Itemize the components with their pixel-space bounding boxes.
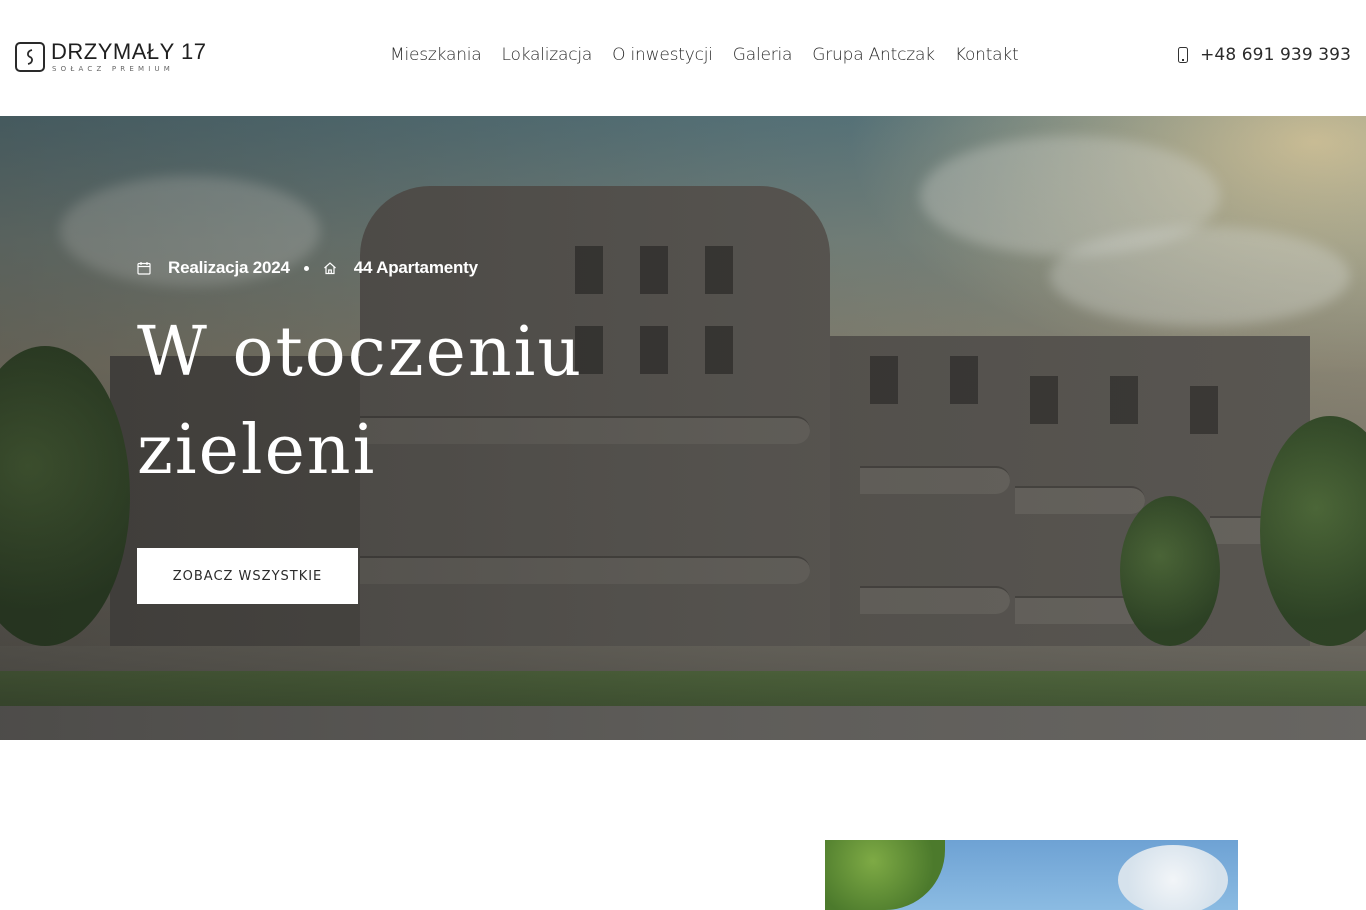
meta-apartments: 44 Apartamenty (353, 258, 478, 277)
main-nav: Mieszkania Lokalizacja O inwestycji Gale… (390, 45, 1039, 65)
hero-section: Realizacja 2024 44 Apartamenty W otoczen… (0, 116, 1366, 740)
site-header: DRZYMAŁY 17 SOŁACZ PREMIUM Mieszkania Lo… (0, 0, 1366, 116)
see-all-button[interactable]: ZOBACZ WSZYSTKIE (137, 548, 358, 604)
section-preview-image (825, 840, 1238, 910)
nav-item-o-inwestycji[interactable]: O inwestycji (612, 45, 713, 65)
nav-item-mieszkania[interactable]: Mieszkania (390, 45, 482, 65)
preview-cloud (1118, 845, 1228, 910)
nav-item-lokalizacja[interactable]: Lokalizacja (502, 45, 593, 65)
calendar-icon (137, 262, 151, 275)
phone-number: +48 691 939 393 (1200, 45, 1351, 65)
logo-mark-icon (15, 41, 45, 72)
hero-meta: Realizacja 2024 44 Apartamenty (137, 258, 478, 278)
nav-item-galeria[interactable]: Galeria (733, 45, 793, 65)
nav-item-kontakt[interactable]: Kontakt (955, 45, 1019, 65)
preview-tree (825, 840, 945, 910)
phone-link[interactable]: +48 691 939 393 (1178, 45, 1351, 65)
meta-realization: Realizacja 2024 (168, 258, 290, 277)
meta-separator (303, 265, 309, 271)
logo[interactable]: DRZYMAŁY 17 SOŁACZ PREMIUM (15, 40, 206, 73)
phone-icon (1178, 47, 1189, 63)
home-icon (323, 262, 336, 275)
nav-item-grupa-antczak[interactable]: Grupa Antczak (812, 45, 935, 65)
hero-headline: W otoczeniu zieleni (137, 313, 584, 490)
logo-subtitle: SOŁACZ PREMIUM (52, 65, 175, 73)
logo-title: DRZYMAŁY 17 (51, 39, 207, 64)
